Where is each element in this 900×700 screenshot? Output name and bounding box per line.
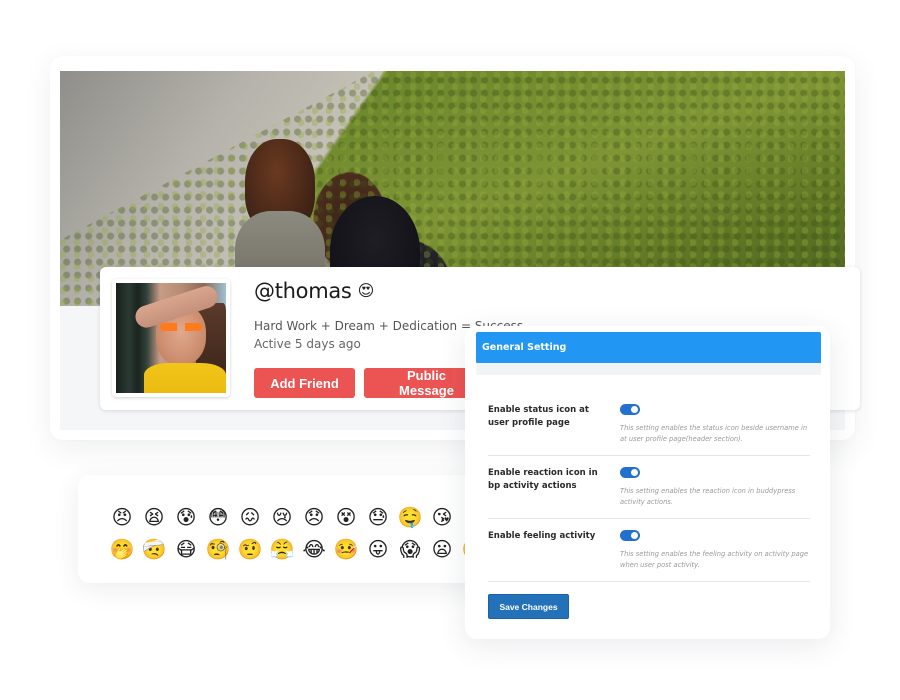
emoji-option[interactable]: 😫	[138, 501, 170, 533]
emoji-option[interactable]: 😠	[106, 501, 138, 533]
setting-description: This setting enables the feeling activit…	[620, 550, 809, 569]
emoji-option[interactable]: 😱	[394, 533, 426, 565]
feeling-activity-toggle[interactable]	[620, 530, 640, 541]
save-changes-button[interactable]: Save Changes	[488, 594, 569, 619]
emoji-option[interactable]: 😤	[266, 533, 298, 565]
emoji-option[interactable]: 😞	[298, 501, 330, 533]
emoji-picker-card: 😠😫😰😳😖😢😞😵😓🤤😘😋🤭🤕😷🧐🤨😤😂🤒😛😱😦☹️	[78, 475, 510, 583]
setting-label: Enable reaction icon in bp activity acti…	[488, 468, 598, 491]
username: @thomas	[254, 279, 352, 303]
username-row: @thomas 😍	[254, 279, 374, 303]
add-friend-button[interactable]: Add Friend	[254, 368, 355, 398]
reaction-icon-toggle[interactable]	[620, 467, 640, 478]
emoji-option[interactable]: 😘	[426, 501, 458, 533]
emoji-option[interactable]: 🤨	[234, 533, 266, 565]
setting-label: Enable feeling activity	[488, 531, 596, 541]
last-active: Active 5 days ago	[254, 337, 361, 351]
emoji-option[interactable]: 🧐	[202, 533, 234, 565]
emoji-option[interactable]: 😓	[362, 501, 394, 533]
setting-label: Enable status icon at user profile page	[488, 405, 589, 428]
status-icon-toggle[interactable]	[620, 404, 640, 415]
emoji-option[interactable]: 😳	[202, 501, 234, 533]
settings-header: General Setting	[476, 332, 821, 363]
setting-row-reaction-icon: Enable reaction icon in bp activity acti…	[488, 467, 810, 519]
emoji-option[interactable]: 🤭	[106, 533, 138, 565]
toggle-knob	[631, 469, 638, 476]
emoji-option[interactable]: 🤤	[394, 501, 426, 533]
avatar-shirt	[144, 363, 226, 393]
emoji-option[interactable]: 😂	[298, 533, 330, 565]
setting-description: This setting enables the reaction icon i…	[620, 487, 796, 506]
emoji-option[interactable]: 😢	[266, 501, 298, 533]
emoji-option[interactable]: 😵	[330, 501, 362, 533]
settings-subheader-bar	[476, 363, 821, 375]
emoji-option[interactable]: 😖	[234, 501, 266, 533]
settings-edge-fade	[465, 362, 477, 402]
avatar	[116, 283, 226, 393]
emoji-option[interactable]: 😷	[170, 533, 202, 565]
emoji-option[interactable]: 😛	[362, 533, 394, 565]
emoji-option[interactable]: 🤕	[138, 533, 170, 565]
emoji-option[interactable]: 😰	[170, 501, 202, 533]
settings-panel: General Setting Enable status icon at us…	[465, 326, 830, 639]
setting-description: This setting enables the status icon bes…	[620, 424, 808, 443]
toggle-knob	[631, 406, 638, 413]
heart-eyes-status-icon[interactable]: 😍	[358, 283, 375, 299]
avatar-eye-makeup	[160, 323, 202, 331]
toggle-knob	[631, 532, 638, 539]
emoji-grid: 😠😫😰😳😖😢😞😵😓🤤😘😋🤭🤕😷🧐🤨😤😂🤒😛😱😦☹️	[106, 501, 490, 565]
setting-row-status-icon: Enable status icon at user profile page …	[488, 404, 810, 456]
setting-row-feeling-activity: Enable feeling activity This setting ena…	[488, 530, 810, 582]
avatar-frame[interactable]	[112, 279, 230, 397]
emoji-option[interactable]: 😦	[426, 533, 458, 565]
emoji-option[interactable]: 🤒	[330, 533, 362, 565]
